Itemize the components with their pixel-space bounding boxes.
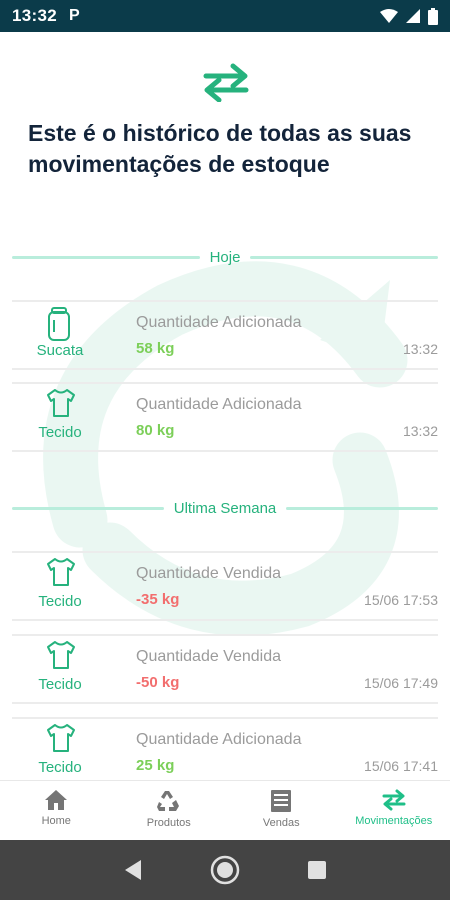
timestamp: 15/06 17:49 bbox=[364, 675, 438, 691]
history-entry[interactable]: Tecido Quantidade Vendida -35 kg 15/06 1… bbox=[12, 551, 438, 621]
section-label: Hoje bbox=[209, 248, 241, 266]
swap-arrows-icon bbox=[203, 63, 249, 102]
page-title: Este é o histórico de todas as suas movi… bbox=[28, 120, 412, 177]
status-time: 13:32 bbox=[12, 6, 57, 25]
timestamp: 13:32 bbox=[402, 423, 438, 439]
timestamp: 15/06 17:53 bbox=[364, 592, 438, 608]
nav-movimentacoes[interactable]: Movimentações bbox=[338, 781, 450, 840]
quantity-value: -50 kg bbox=[136, 674, 180, 691]
operation-label: Quantidade Vendida bbox=[136, 565, 282, 582]
quantity-value: 58 kg bbox=[136, 340, 175, 357]
home-circle-icon[interactable] bbox=[210, 855, 240, 885]
shirt-icon bbox=[47, 724, 75, 752]
status-icons bbox=[380, 7, 438, 25]
section-label: Ultima Semana bbox=[173, 499, 277, 517]
nav-home[interactable]: Home bbox=[0, 781, 113, 840]
can-icon bbox=[48, 307, 70, 341]
wifi-icon bbox=[380, 9, 398, 23]
bottom-navigation: Home Produtos Vendas Movimentações bbox=[0, 780, 450, 840]
nav-label: Vendas bbox=[262, 817, 300, 829]
nav-label: Movimentações bbox=[355, 815, 433, 827]
system-navigation-bar bbox=[0, 840, 450, 900]
receipt-icon bbox=[271, 790, 292, 812]
recents-icon[interactable] bbox=[307, 860, 327, 880]
timestamp: 15/06 17:41 bbox=[364, 758, 438, 774]
history-entry[interactable]: Tecido Quantidade Vendida -50 kg 15/06 1… bbox=[12, 634, 438, 704]
shirt-icon bbox=[47, 641, 75, 669]
nav-produtos[interactable]: Produtos bbox=[113, 781, 226, 840]
home-icon bbox=[45, 790, 68, 810]
quantity-value: 80 kg bbox=[136, 422, 175, 439]
section-header-ultima-semana: Ultima Semana bbox=[12, 498, 439, 518]
category-label: Sucata bbox=[36, 342, 84, 359]
history-entry[interactable]: Tecido Quantidade Adicionada 80 kg 13:32 bbox=[12, 382, 438, 452]
operation-label: Quantidade Adicionada bbox=[136, 314, 302, 331]
timestamp: 13:32 bbox=[402, 341, 438, 357]
quantity-value: 25 kg bbox=[136, 757, 175, 774]
battery-icon bbox=[428, 7, 438, 25]
history-entry[interactable]: Sucata Quantidade Adicionada 58 kg 13:32 bbox=[12, 300, 438, 370]
category-label: Tecido bbox=[38, 424, 82, 441]
operation-label: Quantidade Adicionada bbox=[136, 396, 302, 413]
swap-arrows-icon bbox=[382, 789, 406, 811]
status-bar: 13:32 P bbox=[0, 0, 450, 32]
back-icon[interactable] bbox=[123, 859, 143, 881]
nav-vendas[interactable]: Vendas bbox=[225, 781, 338, 840]
section-header-hoje: Hoje bbox=[12, 247, 439, 267]
nav-label: Produtos bbox=[146, 817, 191, 829]
category-label: Tecido bbox=[38, 676, 82, 693]
shirt-icon bbox=[47, 558, 75, 586]
history-entry[interactable]: Tecido Quantidade Adicionada 25 kg 15/06… bbox=[12, 717, 438, 787]
category-label: Tecido bbox=[38, 593, 82, 610]
category-label: Tecido bbox=[38, 759, 82, 776]
quantity-value: -35 kg bbox=[136, 591, 180, 608]
signal-icon bbox=[406, 9, 420, 23]
nav-label: Home bbox=[41, 815, 71, 827]
shirt-icon bbox=[47, 389, 75, 417]
operation-label: Quantidade Vendida bbox=[136, 648, 282, 665]
operation-label: Quantidade Adicionada bbox=[136, 731, 302, 748]
recycle-icon bbox=[156, 791, 179, 811]
notification-icon: P bbox=[68, 7, 80, 24]
